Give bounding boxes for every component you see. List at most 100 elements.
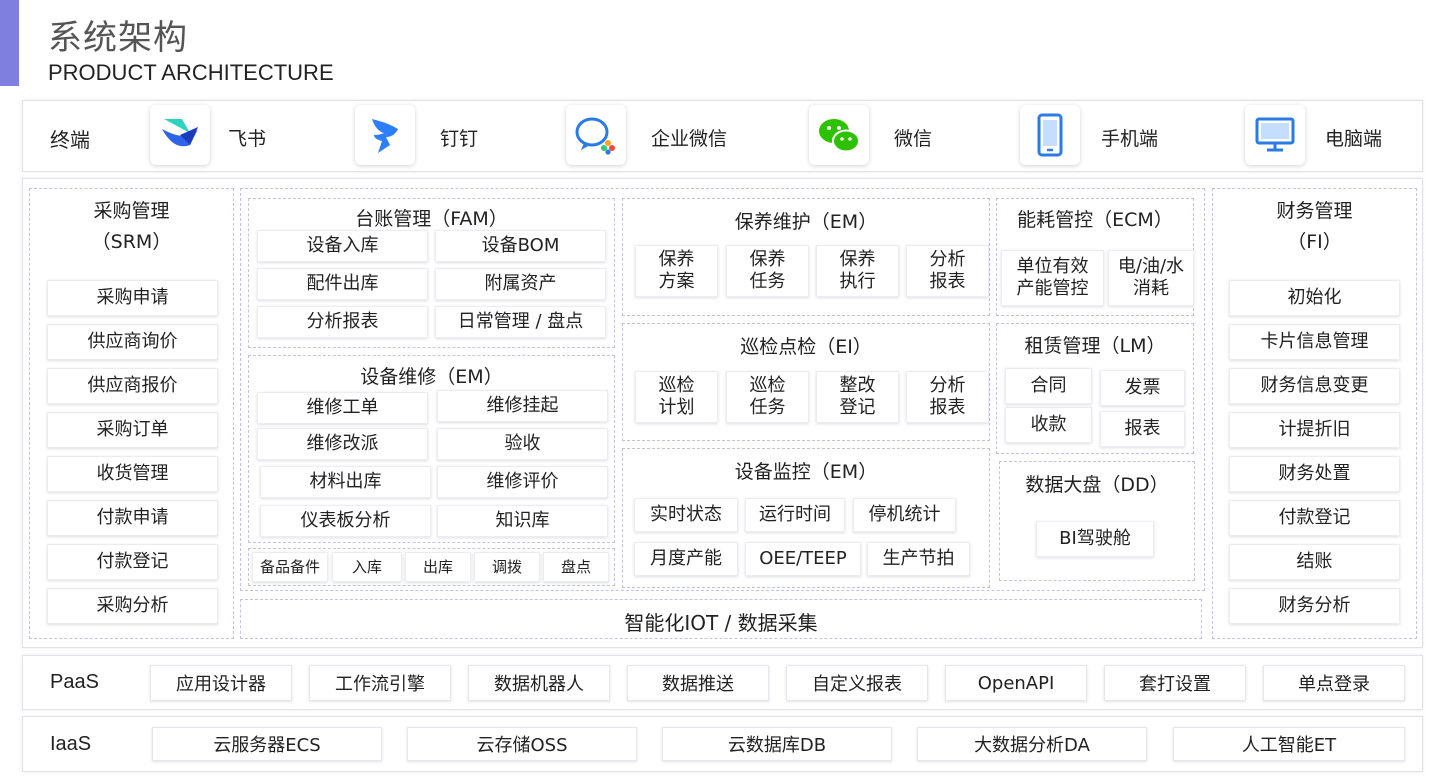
em-maint-item[interactable]: 保养 执行 — [816, 245, 899, 297]
lm-title: 租赁管理（LM） — [1024, 335, 1166, 357]
terminal-label: 终端 — [50, 128, 90, 152]
iot-bar: 智能化IOT / 数据采集 — [240, 599, 1202, 639]
paas-item[interactable]: 单点登录 — [1263, 665, 1405, 701]
em-monitor-item[interactable]: 生产节拍 — [867, 542, 970, 576]
ecm-item[interactable]: 单位有效 产能管控 — [1001, 250, 1104, 306]
fam-item[interactable]: 设备入库 — [257, 230, 428, 262]
paas-item[interactable]: 应用设计器 — [150, 665, 292, 701]
wecom-icon[interactable] — [566, 105, 626, 165]
mobile-icon[interactable] — [1020, 105, 1080, 165]
srm-item[interactable]: 付款申请 — [47, 500, 218, 536]
lm-item[interactable]: 报表 — [1100, 411, 1185, 447]
fi-item[interactable]: 财务信息变更 — [1229, 368, 1400, 404]
iaas-item[interactable]: 云服务器ECS — [152, 727, 382, 761]
spare-parts-label[interactable]: 备品备件 — [252, 552, 328, 582]
srm-item[interactable]: 付款登记 — [47, 544, 218, 580]
paas-item[interactable]: OpenAPI — [945, 665, 1087, 701]
spare-parts-item[interactable]: 入库 — [332, 552, 402, 582]
terminal-item-label: 钉钉 — [440, 128, 479, 150]
paas-item[interactable]: 自定义报表 — [786, 665, 928, 701]
paas-item[interactable]: 套打设置 — [1104, 665, 1246, 701]
em-repair-item[interactable]: 仪表板分析 — [260, 505, 431, 537]
lm-item[interactable]: 合同 — [1005, 368, 1092, 404]
dd-item[interactable]: BI驾驶舱 — [1036, 521, 1154, 557]
terminal-item-label: 飞书 — [228, 128, 267, 150]
fi-item[interactable]: 卡片信息管理 — [1229, 324, 1400, 360]
terminal-item-label: 企业微信 — [651, 128, 728, 150]
fam-item[interactable]: 设备BOM — [435, 230, 606, 262]
accent-bar — [0, 0, 19, 86]
em-monitor-item[interactable]: 停机统计 — [853, 498, 956, 532]
paas-item[interactable]: 数据推送 — [627, 665, 769, 701]
em-maint-item[interactable]: 分析 报表 — [906, 245, 989, 297]
paas-item[interactable]: 工作流引擎 — [309, 665, 451, 701]
fi-item[interactable]: 付款登记 — [1229, 500, 1400, 536]
ei-title: 巡检点检（EI） — [740, 336, 872, 358]
srm-item[interactable]: 采购申请 — [47, 280, 218, 316]
em-repair-item[interactable]: 维修挂起 — [437, 390, 608, 422]
fi-subtitle: （FI） — [1287, 231, 1342, 253]
iaas-item[interactable]: 人工智能ET — [1173, 727, 1405, 761]
fi-title: 财务管理 — [1276, 200, 1353, 222]
fi-item[interactable]: 财务分析 — [1229, 588, 1400, 624]
em-repair-item[interactable]: 知识库 — [437, 505, 608, 537]
page-subtitle: PRODUCT ARCHITECTURE — [48, 60, 334, 85]
ei-item[interactable]: 分析 报表 — [906, 371, 989, 423]
em-maint-item[interactable]: 保养 方案 — [635, 245, 718, 297]
terminal-item-label: 微信 — [894, 128, 933, 150]
spare-parts-item[interactable]: 调拨 — [474, 552, 540, 582]
em-repair-item[interactable]: 维修改派 — [257, 428, 428, 460]
page-title: 系统架构 — [48, 18, 188, 58]
terminal-item-label: 手机端 — [1101, 128, 1159, 150]
srm-item[interactable]: 供应商报价 — [47, 368, 218, 404]
fam-item[interactable]: 分析报表 — [257, 306, 428, 338]
fam-item[interactable]: 附属资产 — [435, 268, 606, 300]
em-repair-title: 设备维修（EM） — [360, 366, 503, 388]
fi-item[interactable]: 初始化 — [1229, 280, 1400, 316]
dd-title: 数据大盘（DD） — [1025, 474, 1169, 496]
iaas-item[interactable]: 云存储OSS — [407, 727, 637, 761]
srm-item[interactable]: 供应商询价 — [47, 324, 218, 360]
wechat-icon[interactable] — [809, 105, 869, 165]
iaas-item[interactable]: 云数据库DB — [662, 727, 892, 761]
srm-subtitle: （SRM） — [91, 231, 172, 253]
ecm-title: 能耗管控（ECM） — [1017, 209, 1173, 231]
ei-item[interactable]: 巡检 任务 — [726, 371, 809, 423]
ei-item[interactable]: 巡检 计划 — [635, 371, 718, 423]
em-maint-title: 保养维护（EM） — [734, 211, 878, 233]
spare-parts-item[interactable]: 盘点 — [543, 552, 609, 582]
em-monitor-item[interactable]: 月度产能 — [634, 542, 738, 576]
lm-item[interactable]: 收款 — [1005, 407, 1092, 443]
spare-parts-item[interactable]: 出库 — [405, 552, 471, 582]
em-repair-item[interactable]: 材料出库 — [260, 466, 431, 498]
em-monitor-item[interactable]: 实时状态 — [634, 498, 738, 532]
srm-item[interactable]: 收货管理 — [47, 456, 218, 492]
em-monitor-item[interactable]: OEE/TEEP — [745, 542, 861, 576]
em-monitor-title: 设备监控（EM） — [734, 461, 878, 483]
em-repair-item[interactable]: 维修工单 — [257, 392, 428, 424]
iaas-item[interactable]: 大数据分析DA — [917, 727, 1147, 761]
em-repair-item[interactable]: 维修评价 — [437, 466, 608, 498]
em-repair-item[interactable]: 验收 — [437, 428, 608, 460]
paas-item[interactable]: 数据机器人 — [468, 665, 610, 701]
ei-item[interactable]: 整改 登记 — [816, 371, 899, 423]
ecm-item[interactable]: 电/油/水 消耗 — [1108, 250, 1194, 306]
iot-label: 智能化IOT / 数据采集 — [624, 611, 818, 635]
fam-item[interactable]: 日常管理 / 盘点 — [435, 306, 606, 338]
fi-item[interactable]: 结账 — [1229, 544, 1400, 580]
feishu-icon[interactable] — [150, 105, 210, 165]
iaas-label: IaaS — [50, 733, 92, 755]
srm-item[interactable]: 采购分析 — [47, 588, 218, 624]
fam-item[interactable]: 配件出库 — [257, 268, 428, 300]
em-maint-item[interactable]: 保养 任务 — [726, 245, 809, 297]
srm-item[interactable]: 采购订单 — [47, 412, 218, 448]
paas-label: PaaS — [50, 671, 99, 693]
lm-item[interactable]: 发票 — [1100, 370, 1185, 406]
fi-item[interactable]: 财务处置 — [1229, 456, 1400, 492]
srm-title: 采购管理 — [93, 200, 170, 222]
em-monitor-item[interactable]: 运行时间 — [745, 498, 845, 532]
fi-item[interactable]: 计提折旧 — [1229, 412, 1400, 448]
dingtalk-icon[interactable] — [355, 105, 415, 165]
desktop-icon[interactable] — [1245, 105, 1305, 165]
terminal-item-label: 电脑端 — [1325, 128, 1383, 150]
